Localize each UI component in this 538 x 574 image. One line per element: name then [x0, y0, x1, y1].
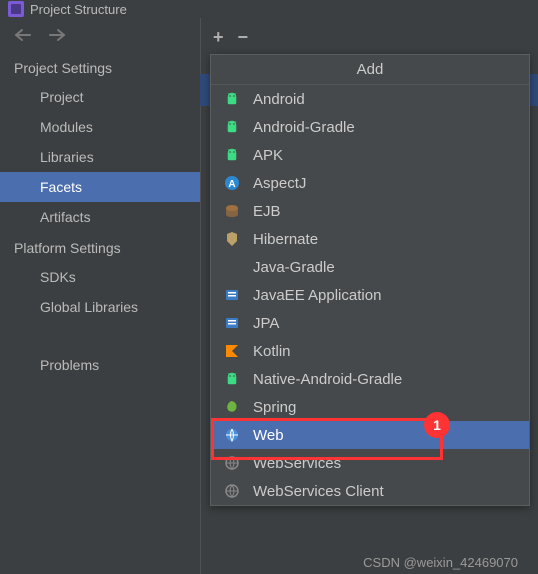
dropdown-item-webservices[interactable]: WebServices — [211, 449, 529, 477]
dropdown-item-label: Web — [253, 427, 284, 444]
android-icon — [223, 146, 241, 164]
content-toolbar: + − — [201, 18, 538, 56]
aspectj-icon: A — [223, 174, 241, 192]
javaee-icon — [223, 286, 241, 304]
dropdown-item-ejb[interactable]: EJB — [211, 197, 529, 225]
dropdown-item-kotlin[interactable]: Kotlin — [211, 337, 529, 365]
dropdown-item-label: WebServices — [253, 455, 341, 472]
nav-problems[interactable]: Problems — [0, 350, 200, 380]
dropdown-item-label: Native-Android-Gradle — [253, 371, 402, 388]
blank-icon — [223, 258, 241, 276]
annotation-badge: 1 — [424, 412, 450, 438]
add-dropdown: Add Android Android-Gradle APK A AspectJ EJB H… — [210, 54, 530, 506]
webservices-icon — [223, 482, 241, 500]
dropdown-item-label: APK — [253, 147, 283, 164]
hibernate-icon — [223, 230, 241, 248]
android-icon — [223, 118, 241, 136]
nav-sdks[interactable]: SDKs — [0, 262, 200, 292]
dropdown-item-apk[interactable]: APK — [211, 141, 529, 169]
dropdown-item-jpa[interactable]: JPA — [211, 309, 529, 337]
spring-icon — [223, 398, 241, 416]
kotlin-icon — [223, 342, 241, 360]
dropdown-item-javaee-application[interactable]: JavaEE Application — [211, 281, 529, 309]
dropdown-item-android[interactable]: Android — [211, 85, 529, 113]
dropdown-item-label: Android-Gradle — [253, 119, 355, 136]
remove-button[interactable]: − — [238, 28, 249, 46]
section-project-settings: Project Settings — [0, 52, 200, 82]
nav-facets[interactable]: Facets — [0, 172, 200, 202]
dropdown-item-label: Kotlin — [253, 343, 291, 360]
android-icon — [223, 90, 241, 108]
dropdown-item-native-android-gradle[interactable]: Native-Android-Gradle — [211, 365, 529, 393]
dropdown-item-android-gradle[interactable]: Android-Gradle — [211, 113, 529, 141]
section-platform-settings: Platform Settings — [0, 232, 200, 262]
android-icon — [223, 370, 241, 388]
nav-modules[interactable]: Modules — [0, 112, 200, 142]
forward-arrow-icon[interactable] — [48, 28, 66, 42]
nav-libraries[interactable]: Libraries — [0, 142, 200, 172]
dropdown-item-label: Spring — [253, 399, 296, 416]
nav-artifacts[interactable]: Artifacts — [0, 202, 200, 232]
dropdown-item-hibernate[interactable]: Hibernate — [211, 225, 529, 253]
watermark: CSDN @weixin_42469070 — [363, 555, 518, 570]
dropdown-item-label: JPA — [253, 315, 279, 332]
ejb-icon — [223, 202, 241, 220]
web-icon — [223, 426, 241, 444]
title-bar: Project Structure — [0, 0, 538, 18]
sidebar: Project Settings Project Modules Librari… — [0, 18, 201, 574]
app-icon — [8, 1, 24, 17]
dropdown-item-label: Hibernate — [253, 231, 318, 248]
svg-text:A: A — [228, 179, 235, 190]
dropdown-item-label: WebServices Client — [253, 483, 384, 500]
window-title: Project Structure — [30, 2, 127, 17]
dropdown-item-java-gradle[interactable]: Java-Gradle — [211, 253, 529, 281]
dropdown-item-webservices-client[interactable]: WebServices Client — [211, 477, 529, 505]
jpa-icon — [223, 314, 241, 332]
dropdown-item-label: Android — [253, 91, 305, 108]
dropdown-item-aspectj[interactable]: A AspectJ — [211, 169, 529, 197]
dropdown-item-spring[interactable]: Spring — [211, 393, 529, 421]
add-button[interactable]: + — [213, 28, 224, 46]
dropdown-item-label: JavaEE Application — [253, 287, 381, 304]
back-arrow-icon[interactable] — [14, 28, 32, 42]
nav-arrows — [0, 18, 200, 52]
dropdown-item-label: Java-Gradle — [253, 259, 335, 276]
dropdown-item-web[interactable]: Web — [211, 421, 529, 449]
dropdown-item-label: EJB — [253, 203, 281, 220]
dropdown-title: Add — [211, 55, 529, 85]
dropdown-item-label: AspectJ — [253, 175, 306, 192]
nav-project[interactable]: Project — [0, 82, 200, 112]
webservices-icon — [223, 454, 241, 472]
nav-global-libraries[interactable]: Global Libraries — [0, 292, 200, 322]
